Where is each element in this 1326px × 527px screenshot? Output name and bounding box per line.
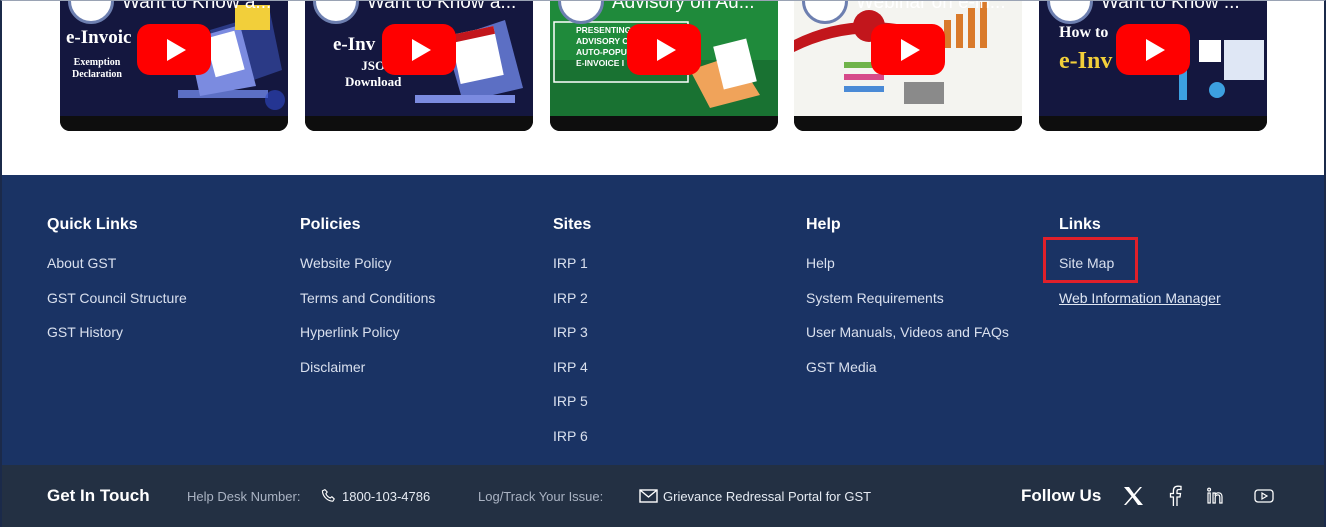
facebook-link[interactable] xyxy=(1168,465,1182,527)
helpdesk-label: Help Desk Number: xyxy=(187,488,301,504)
video-title: Want to Know a... xyxy=(122,0,272,13)
video-bar xyxy=(305,116,533,131)
x-link[interactable] xyxy=(1122,465,1144,527)
footer-link-irp-3[interactable]: IRP 3 xyxy=(553,324,591,340)
site-map-highlight-box xyxy=(1043,237,1138,283)
video-title: Want to Know ... xyxy=(1101,0,1240,13)
thumb-big-text: e-Invoic xyxy=(66,27,132,48)
linkedin-link[interactable] xyxy=(1206,465,1226,527)
footer-link-help[interactable]: Help xyxy=(806,255,1009,271)
footer-link-disclaimer[interactable]: Disclaimer xyxy=(300,359,435,375)
footer-link-irp-2[interactable]: IRP 2 xyxy=(553,290,591,306)
video-strip: Want to Know a... e-Invoic Exemption Dec… xyxy=(0,0,1326,175)
footer-link-website-policy[interactable]: Website Policy xyxy=(300,255,435,271)
video-card-3[interactable]: Advisory on Au... PRESENTING ADVISORY O … xyxy=(550,0,778,131)
footer-link-irp-5[interactable]: IRP 5 xyxy=(553,393,591,409)
video-bar xyxy=(550,116,778,131)
thumb-small-text: How to xyxy=(1059,24,1109,41)
footer-column-quick-links: Quick Links About GST GST Council Struct… xyxy=(47,216,187,359)
play-icon xyxy=(656,38,676,61)
footer-link-system-requirements[interactable]: System Requirements xyxy=(806,290,1009,306)
video-card-4[interactable]: Webinar on e-in... xyxy=(794,0,1022,131)
play-button[interactable] xyxy=(1116,24,1190,75)
footer-link-user-manuals[interactable]: User Manuals, Videos and FAQs xyxy=(806,324,1009,340)
column-heading: Help xyxy=(806,216,841,233)
footer-link-irp-6[interactable]: IRP 6 xyxy=(553,428,591,444)
grievance-portal-link[interactable]: Grievance Redressal Portal for GST xyxy=(639,465,871,527)
footer-link-gst-media[interactable]: GST Media xyxy=(806,359,1009,375)
play-icon xyxy=(166,38,186,61)
helpdesk-phone[interactable]: 1800-103-4786 xyxy=(320,465,430,527)
mail-icon xyxy=(639,489,658,503)
play-button[interactable] xyxy=(627,24,701,75)
follow-us-heading: Follow Us xyxy=(1021,486,1102,505)
play-icon xyxy=(411,38,431,61)
video-title: Advisory on Au... xyxy=(612,0,755,13)
linkedin-icon xyxy=(1206,486,1226,506)
footer-link-hyperlink-policy[interactable]: Hyperlink Policy xyxy=(300,324,435,340)
get-in-touch-heading: Get In Touch xyxy=(47,486,150,505)
thumb-big-text: e-Inv xyxy=(333,34,376,55)
phone-icon xyxy=(320,487,338,505)
column-heading: Policies xyxy=(300,216,361,233)
log-track-label: Log/Track Your Issue: xyxy=(478,488,604,504)
video-bar xyxy=(1039,116,1267,131)
video-card-5[interactable]: Want to Know ... How to e-Inv xyxy=(1039,0,1267,131)
footer-link-web-information-manager[interactable]: Web Information Manager xyxy=(1059,290,1221,306)
footer-column-sites: Sites IRP 1 IRP 2 IRP 3 IRP 4 IRP 5 IRP … xyxy=(553,216,591,463)
play-icon xyxy=(900,38,920,61)
column-heading: Quick Links xyxy=(47,216,138,233)
thumb-small-text: PRESENTING ADVISORY O AUTO-POPUL E-INVOI… xyxy=(576,25,633,68)
footer-column-policies: Policies Website Policy Terms and Condit… xyxy=(300,216,435,393)
play-icon xyxy=(1145,38,1165,61)
play-button[interactable] xyxy=(382,24,456,75)
youtube-link[interactable] xyxy=(1254,465,1274,527)
footer-contact-bar: Get In Touch Help Desk Number: 1800-103-… xyxy=(0,465,1326,527)
footer-link-gst-council-structure[interactable]: GST Council Structure xyxy=(47,290,187,306)
helpdesk-number: 1800-103-4786 xyxy=(342,488,431,504)
grievance-link-text: Grievance Redressal Portal for GST xyxy=(663,488,872,504)
x-icon xyxy=(1122,486,1144,506)
facebook-icon xyxy=(1168,485,1182,507)
video-card-2[interactable]: Want to Know a... e-Inv JSO Download xyxy=(305,0,533,131)
thumb-big-text: e-Inv xyxy=(1059,48,1113,74)
video-bar xyxy=(60,116,288,131)
footer-link-about-gst[interactable]: About GST xyxy=(47,255,187,271)
footer-link-gst-history[interactable]: GST History xyxy=(47,324,187,340)
video-title: Webinar on e-in... xyxy=(856,0,1006,13)
youtube-icon xyxy=(1254,488,1274,504)
column-heading: Links xyxy=(1059,216,1101,233)
video-card-1[interactable]: Want to Know a... e-Invoic Exemption Dec… xyxy=(60,0,288,131)
footer-link-terms-and-conditions[interactable]: Terms and Conditions xyxy=(300,290,435,306)
play-button[interactable] xyxy=(137,24,211,75)
footer-links-section: Quick Links About GST GST Council Struct… xyxy=(0,175,1326,465)
video-bar xyxy=(794,116,1022,131)
footer-column-help: Help Help System Requirements User Manua… xyxy=(806,216,1009,393)
thumb-small-text: Exemption Declaration xyxy=(72,57,122,80)
video-title: Want to Know a... xyxy=(367,0,517,13)
play-button[interactable] xyxy=(871,24,945,75)
footer-link-irp-1[interactable]: IRP 1 xyxy=(553,255,591,271)
column-heading: Sites xyxy=(553,216,592,233)
footer-link-irp-4[interactable]: IRP 4 xyxy=(553,359,591,375)
